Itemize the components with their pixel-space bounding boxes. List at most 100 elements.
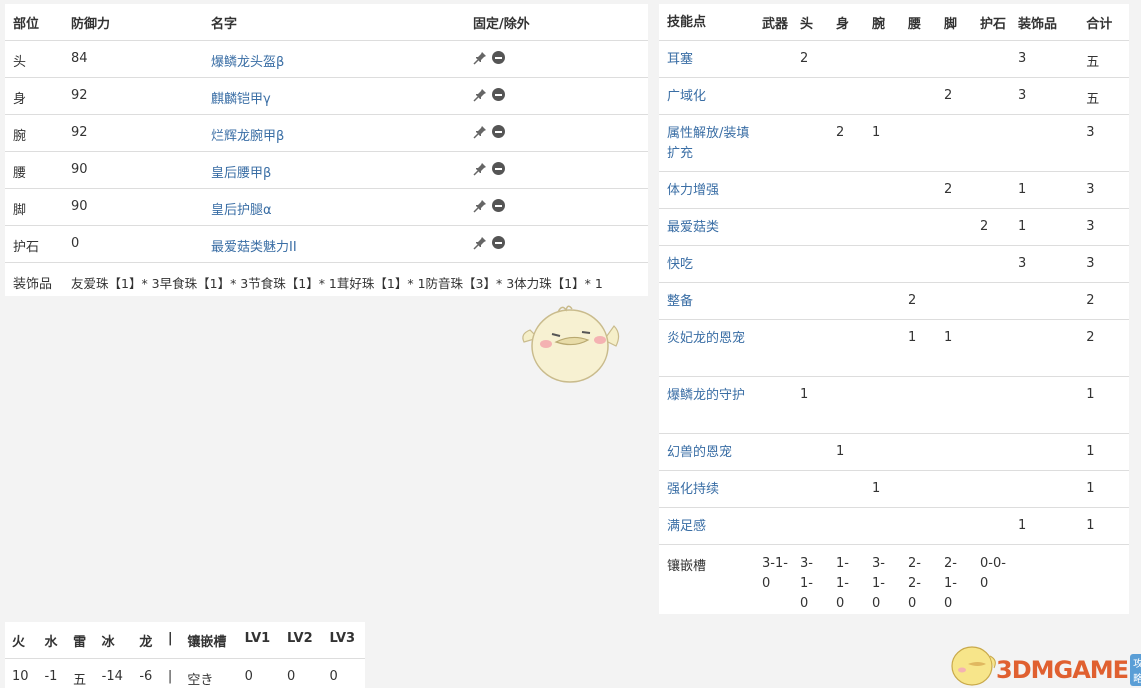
skill-link[interactable]: 爆鳞龙的守护 — [667, 388, 745, 403]
header-waist: 腰 — [900, 4, 937, 41]
armor-link[interactable]: 麒麟铠甲γ — [211, 92, 271, 107]
skill-value-cell: 3 — [1078, 244, 1129, 282]
skill-value-cell — [754, 244, 793, 282]
skill-value-cell — [864, 318, 901, 376]
skill-value-cell: 1 — [900, 318, 937, 376]
skill-value-cell: 五 — [1078, 76, 1129, 114]
minus-circle-icon[interactable] — [492, 51, 505, 64]
skill-value-cell: 3 — [1078, 170, 1129, 208]
skill-value-cell — [900, 375, 937, 433]
skill-row: 炎妃龙的恩宠 1 1 2 — [659, 318, 1129, 376]
header-body: 身 — [828, 4, 865, 41]
pin-icon[interactable] — [473, 125, 487, 139]
skill-value-cell — [936, 469, 973, 507]
slot-value-cell: 3-1- 0 — [792, 543, 829, 614]
defense-cell: 84 — [63, 39, 203, 77]
skill-value-cell: 2 — [828, 113, 865, 171]
skill-value-cell: 2 — [900, 281, 937, 319]
resistance-row: 10 -1 五 -14 -6 | 空き 0 0 0 — [5, 658, 365, 688]
part-cell: 身 — [5, 76, 63, 114]
skill-value-cell — [864, 76, 901, 114]
minus-circle-icon[interactable] — [492, 88, 505, 101]
skill-value-cell: 1 — [864, 113, 901, 171]
armor-link[interactable]: 爆鳞龙头盔β — [211, 55, 284, 70]
skill-link[interactable]: 耳塞 — [667, 52, 693, 67]
skill-link[interactable]: 最爱菇类 — [667, 220, 719, 235]
equipment-row: 脚 90 皇后护腿α — [5, 187, 648, 225]
skill-link[interactable]: 满足感 — [667, 519, 706, 534]
skill-value-cell: 1 — [1078, 506, 1129, 544]
skill-value-cell: 3 — [1078, 113, 1129, 171]
skill-value-cell: 2 — [1078, 318, 1129, 376]
skill-link[interactable]: 整备 — [667, 294, 693, 309]
minus-circle-icon[interactable] — [492, 236, 505, 249]
skill-value-cell — [754, 113, 793, 171]
skill-link[interactable]: 快吃 — [667, 257, 693, 272]
skill-value-cell — [828, 281, 865, 319]
skills-table: 技能点 武器 头 身 腕 腰 脚 护石 装饰品 合计 耳塞 2 3 五广域化 2 3 五属性… — [659, 4, 1129, 614]
skill-link[interactable]: 强化持续 — [667, 482, 719, 497]
equipment-row: 腰 90 皇后腰甲β — [5, 150, 648, 188]
header-lv2: LV2 — [280, 622, 323, 659]
armor-link[interactable]: 最爱菇类魅力II — [211, 240, 297, 255]
skill-link[interactable]: 体力增强 — [667, 183, 719, 198]
part-cell: 腕 — [5, 113, 63, 151]
skill-link[interactable]: 幻兽的恩宠 — [667, 445, 732, 460]
armor-link[interactable]: 皇后护腿α — [211, 203, 272, 218]
resistance-table: 火 水 雷 冰 龙 | 镶嵌槽 LV1 LV2 LV3 10 -1 五 -14 … — [5, 622, 365, 688]
skill-value-cell — [900, 506, 937, 544]
resistance-header-row: 火 水 雷 冰 龙 | 镶嵌槽 LV1 LV2 LV3 — [5, 622, 365, 659]
skill-value-cell — [754, 281, 793, 319]
skill-value-cell — [754, 375, 793, 433]
skill-value-cell: 2 — [936, 76, 973, 114]
skill-value-cell — [972, 506, 1011, 544]
skill-value-cell: 1 — [1078, 469, 1129, 507]
skill-value-cell — [972, 318, 1011, 376]
skill-value-cell — [972, 281, 1011, 319]
skill-value-cell — [900, 469, 937, 507]
skill-value-cell — [972, 375, 1011, 433]
empty-cell — [1078, 543, 1129, 614]
skill-value-cell — [792, 469, 829, 507]
skill-value-cell — [1010, 469, 1079, 507]
skill-value-cell — [936, 244, 973, 282]
header-decoration: 装饰品 — [1010, 4, 1079, 41]
skill-value-cell — [792, 318, 829, 376]
slot-value-cell: 3-1- 0 — [754, 543, 793, 614]
skill-row: 满足感 1 1 — [659, 506, 1129, 544]
skill-value-cell — [792, 170, 829, 208]
minus-circle-icon[interactable] — [492, 162, 505, 175]
skill-row: 爆鳞龙的守护 1 1 — [659, 375, 1129, 433]
armor-link[interactable]: 皇后腰甲β — [211, 166, 271, 181]
equipment-row: 身 92 麒麟铠甲γ — [5, 76, 648, 114]
pin-icon[interactable] — [473, 236, 487, 250]
equipment-header-row: 部位 防御力 名字 固定/除外 — [5, 4, 648, 41]
skill-row: 最爱菇类 2 1 3 — [659, 207, 1129, 245]
skill-value-cell — [754, 506, 793, 544]
skill-value-cell — [1010, 113, 1079, 171]
skill-value-cell — [792, 76, 829, 114]
skill-value-cell — [972, 113, 1011, 171]
header-weapon: 武器 — [754, 4, 793, 41]
skill-link[interactable]: 广域化 — [667, 89, 706, 104]
skill-value-cell — [936, 432, 973, 470]
skill-row: 广域化 2 3 五 — [659, 76, 1129, 114]
skill-link[interactable]: 炎妃龙的恩宠 — [667, 331, 745, 346]
skill-value-cell: 3 — [1010, 39, 1079, 77]
pin-icon[interactable] — [473, 162, 487, 176]
header-skill: 技能点 — [659, 4, 754, 41]
watermark-sub: 攻略 — [1130, 654, 1141, 686]
skill-link[interactable]: 属性解放/装填扩充 — [667, 126, 749, 161]
minus-circle-icon[interactable] — [492, 125, 505, 138]
part-cell: 头 — [5, 39, 63, 77]
pin-icon[interactable] — [473, 88, 487, 102]
skill-value-cell — [1010, 375, 1079, 433]
pin-icon[interactable] — [473, 51, 487, 65]
minus-circle-icon[interactable] — [492, 199, 505, 212]
skill-value-cell: 1 — [1078, 432, 1129, 470]
equipment-row: 护石 0 最爱菇类魅力II — [5, 224, 648, 262]
ice-value: -14 — [101, 668, 123, 684]
equipment-table: 部位 防御力 名字 固定/除外 头 84 爆鳞龙头盔β 身 92 麒麟铠甲γ 腕 — [5, 4, 648, 296]
pin-icon[interactable] — [473, 199, 487, 213]
armor-link[interactable]: 烂辉龙腕甲β — [211, 129, 284, 144]
